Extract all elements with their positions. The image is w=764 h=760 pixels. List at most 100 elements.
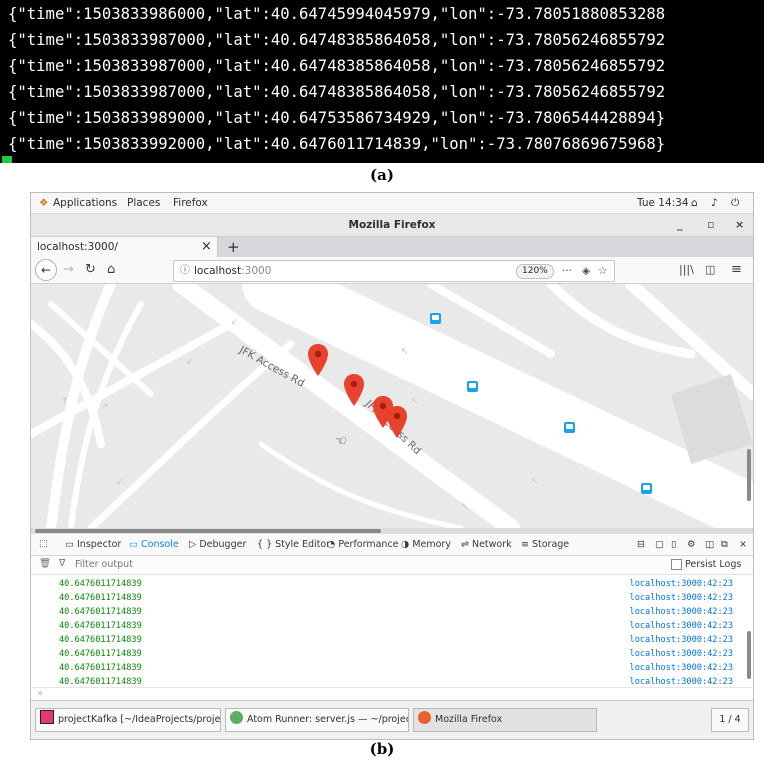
tab-inspector[interactable]: ▭ Inspector <box>65 539 121 550</box>
tab-style-editor[interactable]: { } Style Editor <box>257 539 330 550</box>
hamburger-menu-icon[interactable]: ≡ <box>731 257 742 283</box>
source-link[interactable]: localhost:3000:42:23 <box>630 677 733 687</box>
console-message: 40.6476011714839 localhost:3000:42:23 <box>59 663 733 673</box>
dock-side-icon[interactable]: ◫ <box>705 539 714 550</box>
terminal-line: {"time":1503833987000,"lat":40.647483858… <box>8 83 666 101</box>
tab-network[interactable]: ⇌ Network <box>461 539 512 550</box>
close-window-button[interactable]: × <box>735 214 744 236</box>
applications-menu[interactable]: Applications <box>53 197 117 209</box>
svg-text:↖: ↖ <box>401 347 409 357</box>
tab-performance[interactable]: ◔ Performance <box>327 539 399 550</box>
new-tab-button[interactable]: + <box>227 237 240 257</box>
map-marker[interactable] <box>308 344 328 376</box>
bus-stop-icon[interactable] <box>564 422 575 433</box>
caption-a: (a) <box>370 166 394 184</box>
console-message: 40.6476011714839 localhost:3000:42:23 <box>59 635 733 645</box>
close-devtools-icon[interactable]: × <box>739 539 747 550</box>
terminal-line: {"time":1503833987000,"lat":40.647483858… <box>8 31 666 49</box>
intellij-icon <box>40 710 54 724</box>
console-message: 40.6476011714839 localhost:3000:42:23 <box>59 579 733 589</box>
firefox-screenshot: ❖ Applications Places Firefox Tue 14:34 … <box>30 192 754 740</box>
maximize-button[interactable]: ▫ <box>707 214 714 236</box>
taskbar-item-atom[interactable]: Atom Runner: server.js — ~/project... <box>225 708 409 732</box>
element-picker-icon[interactable]: ⬚ <box>39 538 48 549</box>
source-link[interactable]: localhost:3000:42:23 <box>630 663 733 673</box>
source-link[interactable]: localhost:3000:42:23 <box>630 607 733 617</box>
source-link[interactable]: localhost:3000:42:23 <box>630 649 733 659</box>
bus-stop-icon[interactable] <box>430 313 441 324</box>
volume-icon[interactable]: ♪ <box>711 197 718 209</box>
persist-logs-checkbox[interactable] <box>671 559 682 570</box>
tab-debugger[interactable]: ▷ Debugger <box>189 539 246 550</box>
network-icon[interactable]: ⌂ <box>691 197 698 209</box>
places-menu[interactable]: Places <box>127 197 160 209</box>
url-text: localhost:3000 <box>194 265 272 277</box>
window-titlebar: Mozilla Firefox _ ▫ × <box>31 214 753 237</box>
page-actions-menu[interactable]: ··· <box>562 261 572 281</box>
source-link[interactable]: localhost:3000:42:23 <box>630 635 733 645</box>
navigation-toolbar: ← → ↻ ⌂ ⓘ localhost:3000 120% ··· ◈ ☆ ||… <box>31 257 753 284</box>
svg-text:↙: ↙ <box>186 357 194 367</box>
terminal-line: {"time":1503833986000,"lat":40.647459940… <box>8 5 666 23</box>
back-button[interactable]: ← <box>35 259 57 281</box>
console-message: 40.6476011714839 localhost:3000:42:23 <box>59 649 733 659</box>
window-title: Mozilla Firefox <box>348 219 436 231</box>
applications-icon: ❖ <box>39 197 49 209</box>
tab-memory[interactable]: ◑ Memory <box>401 539 451 550</box>
zoom-indicator[interactable]: 120% <box>516 264 554 279</box>
horizontal-scrollbar-thumb[interactable] <box>35 529 381 533</box>
source-link[interactable]: localhost:3000:42:23 <box>630 579 733 589</box>
terminal-line: {"time":1503833987000,"lat":40.647483858… <box>8 57 666 75</box>
undock-icon[interactable]: ⧉ <box>721 539 728 550</box>
taskbar: projectKafka [~/IdeaProjects/project... … <box>31 700 753 739</box>
firefox-app-menu[interactable]: Firefox <box>173 197 208 209</box>
bus-stop-icon[interactable] <box>641 483 652 494</box>
map-marker[interactable] <box>387 406 407 438</box>
filter-output-input[interactable]: Filter output <box>75 559 133 570</box>
atom-icon <box>230 711 243 724</box>
svg-text:↑: ↑ <box>61 397 69 407</box>
console-scrollbar-thumb[interactable] <box>747 631 751 679</box>
gnome-top-bar: ❖ Applications Places Firefox Tue 14:34 … <box>31 193 753 214</box>
tab-localhost[interactable]: localhost:3000/ × <box>31 237 218 257</box>
svg-text:↖: ↖ <box>411 397 419 407</box>
console-message: 40.6476011714839 localhost:3000:42:23 <box>59 593 733 603</box>
map-marker[interactable] <box>344 374 364 406</box>
minimize-button[interactable]: _ <box>677 214 683 236</box>
console-output: 40.6476011714839 localhost:3000:42:23 40.… <box>31 575 753 687</box>
forward-button[interactable]: → <box>63 257 74 283</box>
sidebar-icon[interactable]: ◫ <box>705 257 715 283</box>
close-tab-icon[interactable]: × <box>201 237 212 257</box>
terminal-cursor <box>2 156 12 163</box>
taskbar-item-firefox[interactable]: Mozilla Firefox <box>413 708 597 732</box>
reload-button[interactable]: ↻ <box>85 257 96 283</box>
taskbar-item-projectkafka[interactable]: projectKafka [~/IdeaProjects/project... <box>35 708 221 732</box>
tab-storage[interactable]: ≡ Storage <box>521 539 569 550</box>
settings-gear-icon[interactable]: ⚙ <box>687 539 696 550</box>
library-icon[interactable]: |||\ <box>679 257 694 283</box>
source-link[interactable]: localhost:3000:42:23 <box>630 621 733 631</box>
clock[interactable]: Tue 14:34 <box>637 197 689 209</box>
map-view[interactable]: ↙↙↑ ↗↙↖ ↖↖↖ JFK Access Rd JFK Access Rd … <box>31 284 753 528</box>
terminal-line: {"time":1503833992000,"lat":40.647601171… <box>8 135 666 153</box>
devtools-toolbar: ⬚ ▭ Inspector ▭ Console ▷ Debugger { } S… <box>31 534 753 556</box>
tab-label: localhost:3000/ <box>37 241 118 253</box>
screenshot-icon[interactable]: ▯ <box>671 539 676 550</box>
tab-console[interactable]: ▭ Console <box>129 539 179 550</box>
console-prompt: » <box>37 688 44 699</box>
console-input[interactable]: » <box>31 687 753 700</box>
power-icon[interactable]: ⏻ <box>731 197 739 210</box>
home-button[interactable]: ⌂ <box>107 257 115 283</box>
url-bar[interactable]: ⓘ localhost:3000 120% ··· ◈ ☆ <box>173 260 615 282</box>
clear-console-trash-icon[interactable]: 🗑 <box>39 558 51 569</box>
map-scrollbar-thumb[interactable] <box>747 449 751 501</box>
responsive-design-icon[interactable]: ▢ <box>655 539 664 550</box>
split-console-icon[interactable]: ⊟ <box>637 539 645 550</box>
console-message: 40.6476011714839 localhost:3000:42:23 <box>59 607 733 617</box>
workspace-switcher[interactable]: 1 / 4 <box>711 708 749 732</box>
source-link[interactable]: localhost:3000:42:23 <box>630 593 733 603</box>
pocket-icon[interactable]: ◈ <box>582 261 590 281</box>
bookmark-star-icon[interactable]: ☆ <box>598 261 607 281</box>
bus-stop-icon[interactable] <box>467 381 478 392</box>
site-info-icon[interactable]: ⓘ <box>180 261 190 281</box>
